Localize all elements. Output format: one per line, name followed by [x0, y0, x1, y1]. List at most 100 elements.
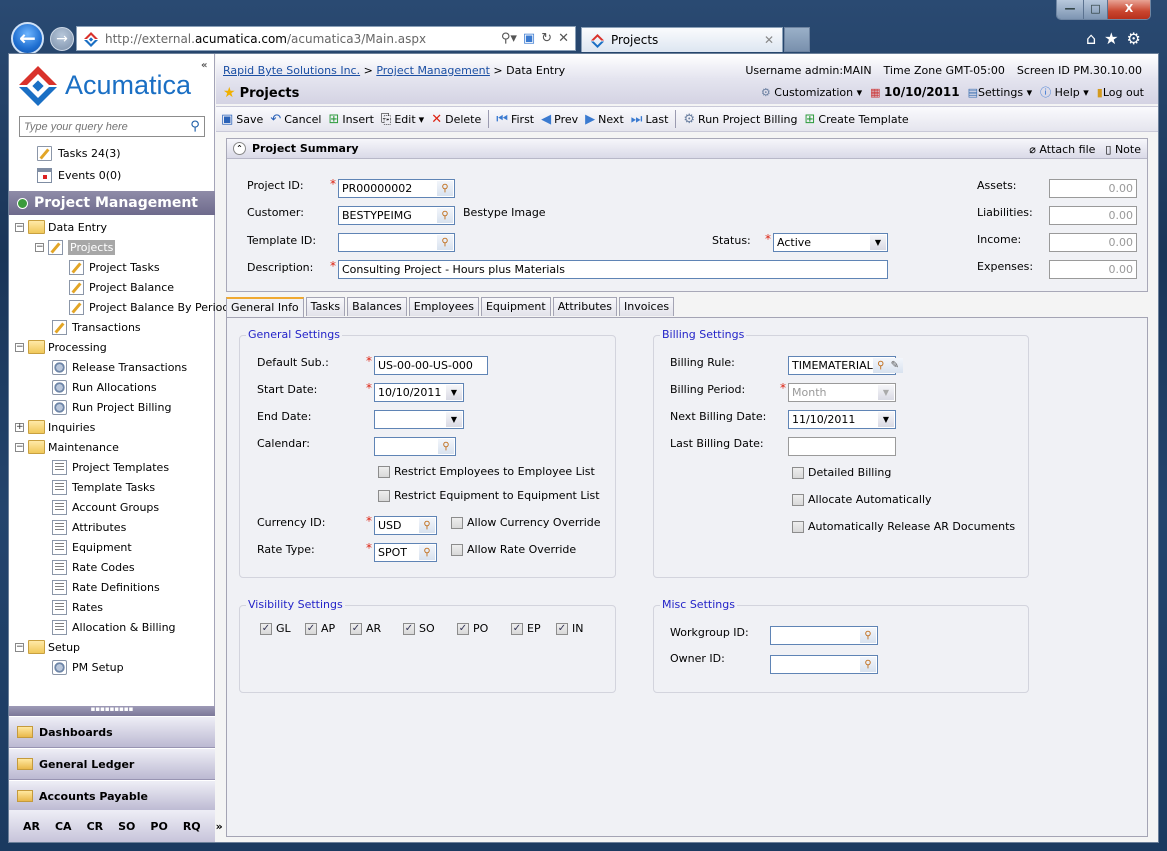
owner-id-field[interactable]: ⚲: [770, 655, 878, 674]
tree-item[interactable]: Project Tasks: [9, 257, 215, 277]
tree-item[interactable]: Rate Codes: [9, 557, 215, 577]
tree-item[interactable]: Account Groups: [9, 497, 215, 517]
tree-item[interactable]: Template Tasks: [9, 477, 215, 497]
favorites-star-icon[interactable]: ★: [1104, 29, 1118, 48]
save-button[interactable]: ▣ Save: [221, 112, 263, 127]
status-select[interactable]: Active ▼: [773, 233, 888, 252]
lookup-icon[interactable]: ⚲: [419, 545, 435, 560]
attach-file-button[interactable]: ⌀ Attach file: [1029, 143, 1095, 156]
search-icon[interactable]: ⚲: [186, 119, 204, 134]
prev-button[interactable]: ◀ Prev: [541, 112, 578, 127]
visibility-gl-checkbox[interactable]: ✓ GL: [260, 622, 291, 635]
breadcrumb-module[interactable]: Project Management: [376, 64, 490, 77]
tree-item[interactable]: Release Transactions: [9, 357, 215, 377]
sidebar-splitter[interactable]: ▪▪▪▪▪▪▪▪▪: [9, 706, 215, 716]
collapse-icon[interactable]: ⌃: [233, 142, 246, 155]
tree-item[interactable]: − Setup: [9, 637, 215, 657]
visibility-ep-checkbox[interactable]: ✓ EP: [511, 622, 541, 635]
detailed-billing-checkbox[interactable]: Detailed Billing: [792, 466, 891, 479]
tree-item[interactable]: Allocation & Billing: [9, 617, 215, 637]
template-id-field[interactable]: ⚲: [338, 233, 455, 252]
currency-id-field[interactable]: USD ⚲: [374, 516, 437, 535]
tab-equipment[interactable]: Equipment: [480, 297, 551, 316]
tree-item[interactable]: Run Allocations: [9, 377, 215, 397]
allow-currency-override-checkbox[interactable]: Allow Currency Override: [451, 516, 601, 529]
lookup-icon[interactable]: ⚲: [860, 657, 876, 672]
search-input[interactable]: [24, 120, 186, 133]
module-header[interactable]: Project Management: [9, 191, 215, 215]
tools-gear-icon[interactable]: ⚙: [1127, 29, 1141, 48]
back-button[interactable]: ←: [11, 22, 44, 55]
collapse-icon[interactable]: −: [15, 342, 24, 352]
next-billing-date-field[interactable]: 11/10/2011 ▼: [788, 410, 896, 429]
edit-button[interactable]: ⎘ Edit ▾: [381, 112, 424, 127]
collapse-sidebar-icon[interactable]: «: [201, 60, 207, 71]
tree-item[interactable]: Attributes: [9, 517, 215, 537]
visibility-po-checkbox[interactable]: ✓ PO: [457, 622, 488, 635]
allocate-automatically-checkbox[interactable]: Allocate Automatically: [792, 493, 932, 506]
visibility-in-checkbox[interactable]: ✓ IN: [556, 622, 583, 635]
stop-icon[interactable]: ✕: [558, 31, 569, 46]
search-icon[interactable]: ⚲▾: [501, 31, 517, 46]
lookup-icon[interactable]: ⚲: [437, 208, 453, 223]
collapse-icon[interactable]: −: [15, 222, 24, 232]
rate-type-field[interactable]: SPOT ⚲: [374, 543, 437, 562]
first-button[interactable]: ⏮ First: [496, 112, 534, 127]
breadcrumb-company[interactable]: Rapid Byte Solutions Inc.: [223, 64, 360, 77]
tab-balances[interactable]: Balances: [347, 297, 407, 316]
nav-dashboards[interactable]: Dashboards: [9, 716, 215, 748]
customer-field[interactable]: BESTYPEIMG ⚲: [338, 206, 455, 225]
tree-item[interactable]: Project Templates: [9, 457, 215, 477]
tree-item[interactable]: Transactions: [9, 317, 215, 337]
tab-invoices[interactable]: Invoices: [619, 297, 675, 316]
tree-item[interactable]: − Maintenance: [9, 437, 215, 457]
description-field[interactable]: Consulting Project - Hours plus Material…: [338, 260, 888, 279]
tab-attributes[interactable]: Attributes: [552, 297, 618, 316]
collapse-icon[interactable]: −: [35, 242, 44, 252]
chevron-down-icon[interactable]: ▼: [446, 412, 462, 427]
chevron-down-icon[interactable]: ▼: [878, 412, 894, 427]
module-so[interactable]: SO: [118, 820, 135, 833]
collapse-icon[interactable]: −: [15, 442, 24, 452]
next-button[interactable]: ▶ Next: [585, 112, 624, 127]
allow-rate-override-checkbox[interactable]: Allow Rate Override: [451, 543, 576, 556]
tree-item[interactable]: Equipment: [9, 537, 215, 557]
insert-button[interactable]: ⊞ Insert: [328, 112, 373, 127]
tree-item[interactable]: − Projects: [9, 237, 215, 257]
favorite-star-icon[interactable]: ★: [223, 85, 236, 101]
customization-menu[interactable]: ⚙ Customization ▾: [761, 86, 862, 99]
release-ar-documents-checkbox[interactable]: Automatically Release AR Documents: [792, 520, 1015, 533]
acumatica-logo[interactable]: Acumatica: [17, 64, 191, 106]
calendar-field[interactable]: ⚲: [374, 437, 456, 456]
help-menu[interactable]: ⓘ Help ▾: [1040, 84, 1089, 100]
note-button[interactable]: ▯ Note: [1105, 143, 1141, 156]
browser-tab[interactable]: Projects ✕: [581, 27, 783, 52]
collapse-icon[interactable]: −: [15, 642, 24, 652]
chevron-down-icon[interactable]: ▼: [446, 385, 462, 400]
business-date[interactable]: ▦ 10/10/2011: [870, 85, 959, 99]
events-link[interactable]: Events 0(0): [37, 168, 121, 183]
cancel-button[interactable]: ↶ Cancel: [270, 112, 321, 127]
lookup-icon[interactable]: ⚲: [419, 518, 435, 533]
minimize-button[interactable]: —: [1057, 0, 1083, 19]
tree-item[interactable]: − Processing: [9, 337, 215, 357]
last-button[interactable]: ⏭ Last: [631, 112, 669, 127]
home-icon[interactable]: ⌂: [1086, 29, 1096, 48]
address-bar[interactable]: http://external.acumatica.com/acumatica3…: [76, 26, 576, 51]
tree-item[interactable]: − Data Entry: [9, 217, 215, 237]
quick-search[interactable]: ⚲: [19, 116, 205, 137]
nav-accounts-payable[interactable]: Accounts Payable: [9, 780, 215, 812]
workgroup-id-field[interactable]: ⚲: [770, 626, 878, 645]
tree-item[interactable]: Project Balance By Period: [9, 297, 229, 317]
lookup-icon[interactable]: ⚲: [860, 628, 876, 643]
run-project-billing-button[interactable]: ⚙ Run Project Billing: [683, 112, 797, 127]
close-window-button[interactable]: X: [1107, 0, 1150, 19]
module-ar[interactable]: AR: [23, 820, 40, 833]
tab-general-info[interactable]: General Info: [226, 297, 304, 317]
refresh-icon[interactable]: ↻: [541, 31, 552, 46]
tab-employees[interactable]: Employees: [408, 297, 479, 316]
module-cr[interactable]: CR: [87, 820, 104, 833]
maximize-button[interactable]: □: [1083, 0, 1107, 19]
module-po[interactable]: PO: [150, 820, 167, 833]
edit-icon[interactable]: ✎: [886, 358, 903, 373]
